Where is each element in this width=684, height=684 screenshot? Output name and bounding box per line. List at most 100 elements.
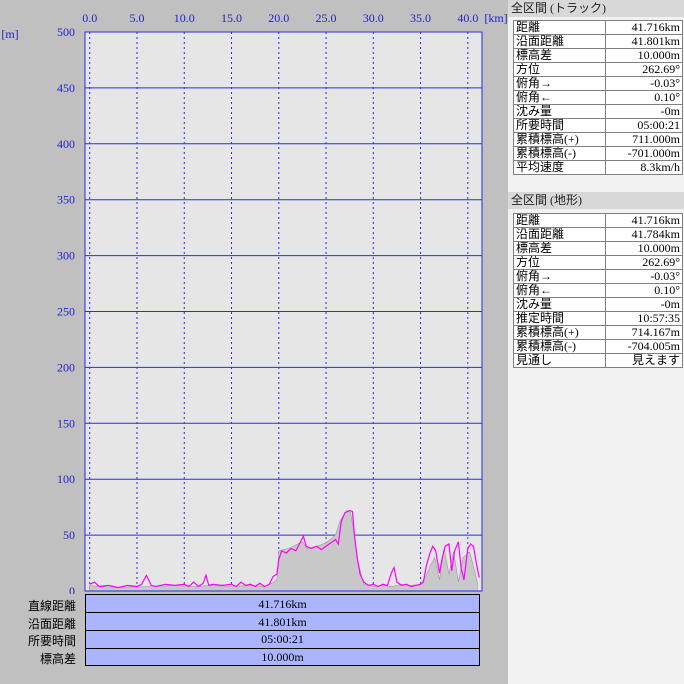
stat-value: 05:00:21: [604, 118, 684, 133]
stat-row: 見通し 見えます: [513, 353, 684, 368]
stat-row: 平均速度 8.3km/h: [513, 160, 684, 175]
stat-row: 俯角→ -0.03°: [513, 76, 684, 91]
stat-label: 沿面距離: [513, 227, 606, 242]
stat-row: 沿面距離 41.801km: [513, 34, 684, 49]
stat-label: 平均速度: [513, 160, 606, 175]
elevation-chart: 0 50 100 150 200 250 300 350 400 450 500 0.0 5.0 10.0…: [1, 11, 507, 594]
stat-label: 累積標高(+): [513, 132, 606, 147]
stat-row: 方位 262.69°: [513, 255, 684, 270]
y-tick-label: 300: [57, 249, 75, 263]
x-tick-label: 35.0: [410, 11, 431, 25]
y-axis-unit: [m]: [1, 27, 18, 41]
stat-value: 10:57:35: [604, 311, 684, 326]
stat-value: 714.167m: [604, 325, 684, 340]
terrain-panel-title: 全区間 (地形): [508, 192, 684, 209]
track-stats-table: 距離 41.716km 沿面距離 41.801km 標高差 10.000m 方位 262.69…: [513, 20, 684, 175]
stat-row: 方位 262.69°: [513, 62, 684, 77]
stat-label: 標高差: [513, 241, 606, 256]
stats-sidebar: 全区間 (トラック) 距離 41.716km 沿面距離 41.801km 標高差 10.0…: [508, 0, 684, 684]
x-tick-label: 0.0: [82, 11, 97, 25]
summary-value: 10.000m: [261, 650, 304, 664]
stat-value: 8.3km/h: [604, 160, 684, 175]
stat-label: 標高差: [513, 48, 606, 63]
stat-label: 方位: [513, 255, 606, 270]
stat-row: 沈み量 -0m: [513, 297, 684, 312]
stat-row: 累積標高(+) 714.167m: [513, 325, 684, 340]
stat-row: 累積標高(+) 711.000m: [513, 132, 684, 147]
summary-divider: [86, 612, 479, 613]
stat-value: -0.03°: [604, 76, 684, 91]
stat-row: 推定時間 10:57:35: [513, 311, 684, 326]
stat-label: 沿面距離: [513, 34, 606, 49]
summary-divider: [86, 630, 479, 631]
stat-row: 俯角→ -0.03°: [513, 269, 684, 284]
stat-value: 262.69°: [604, 62, 684, 77]
x-tick-label: 25.0: [316, 11, 337, 25]
stat-row: 累積標高(-) -704.005m: [513, 339, 684, 354]
stat-row: 距離 41.716km: [513, 20, 684, 35]
stat-label: 所要時間: [513, 118, 606, 133]
stat-label: 累積標高(+): [513, 325, 606, 340]
y-tick-label: 200: [57, 360, 75, 374]
summary-value: 41.801km: [258, 615, 307, 629]
stat-value: 262.69°: [604, 255, 684, 270]
stat-value: 10.000m: [604, 48, 684, 63]
stat-value: 見えます: [604, 353, 684, 368]
stat-value: 0.10°: [604, 283, 684, 298]
stat-row: 距離 41.716km: [513, 213, 684, 228]
stat-label: 見通し: [513, 353, 606, 368]
stat-row: 所要時間 05:00:21: [513, 118, 684, 133]
summary-label: 沿面距離: [27, 617, 76, 631]
x-tick-label: 40.0: [457, 11, 478, 25]
stat-value: -0.03°: [604, 269, 684, 284]
stat-label: 俯角→: [513, 76, 606, 91]
summary-value: 41.716km: [258, 597, 307, 611]
x-tick-label: 20.0: [268, 11, 289, 25]
stat-value: 10.000m: [604, 241, 684, 256]
stat-label: 俯角→: [513, 269, 606, 284]
stat-label: 俯角←: [513, 90, 606, 105]
stat-row: 俯角← 0.10°: [513, 283, 684, 298]
stat-value: 41.784km: [604, 227, 684, 242]
stat-row: 標高差 10.000m: [513, 241, 684, 256]
summary-divider: [86, 648, 479, 649]
stat-value: -701.000m: [604, 146, 684, 161]
stat-label: 沈み量: [513, 104, 606, 119]
stat-row: 沈み量 -0m: [513, 104, 684, 119]
y-tick-label: 250: [57, 305, 75, 319]
summary-label: 所要時間: [27, 634, 76, 648]
stat-row: 累積標高(-) -701.000m: [513, 146, 684, 161]
terrain-stats-table: 距離 41.716km 沿面距離 41.784km 標高差 10.000m 方位 262.69…: [513, 213, 684, 368]
summary-value: 05:00:21: [261, 632, 304, 646]
stat-value: 41.801km: [604, 34, 684, 49]
y-tick-label: 100: [57, 472, 75, 486]
stat-label: 沈み量: [513, 297, 606, 312]
x-axis-unit: [km]: [484, 11, 507, 25]
stat-label: 推定時間: [513, 311, 606, 326]
stat-value: -0m: [604, 297, 684, 312]
x-tick-label: 15.0: [221, 11, 242, 25]
stat-row: 沿面距離 41.784km: [513, 227, 684, 242]
stat-label: 俯角←: [513, 283, 606, 298]
summary-values-box: 41.716km 41.801km 05:00:21 10.000m: [85, 594, 480, 666]
stat-label: 方位: [513, 62, 606, 77]
stat-value: 41.716km: [604, 20, 684, 35]
y-tick-label: 0: [69, 584, 75, 594]
profile-area: 0 50 100 150 200 250 300 350 400 450 500 0.0 5.0 10.0…: [0, 0, 508, 684]
stat-label: 距離: [513, 213, 606, 228]
stat-value: -0m: [604, 104, 684, 119]
stat-label: 累積標高(-): [513, 339, 606, 354]
summary-label: 直線距離: [27, 599, 76, 613]
summary-section: 直線距離 沿面距離 所要時間 標高差 41.716km 41.801km 05:…: [0, 594, 508, 666]
y-tick-label: 50: [63, 528, 75, 542]
y-tick-label: 400: [57, 137, 75, 151]
stat-value: 711.000m: [604, 132, 684, 147]
y-tick-label: 350: [57, 193, 75, 207]
y-tick-label: 500: [57, 25, 75, 39]
x-tick-label: 10.0: [174, 11, 195, 25]
stat-row: 標高差 10.000m: [513, 48, 684, 63]
stat-row: 俯角← 0.10°: [513, 90, 684, 105]
x-tick-label: 5.0: [129, 11, 144, 25]
x-tick-label: 30.0: [363, 11, 384, 25]
y-tick-label: 150: [57, 416, 75, 430]
